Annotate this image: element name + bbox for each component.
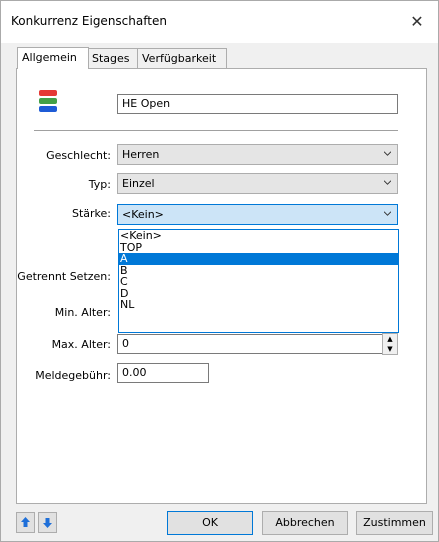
divider [34, 130, 398, 131]
geschlecht-label: Geschlecht: [46, 149, 111, 162]
typ-select[interactable]: Einzel [117, 173, 398, 194]
ok-button[interactable]: OK [167, 511, 253, 535]
meldegebuehr-label: Meldegebühr: [35, 369, 111, 382]
spin-down-icon[interactable]: ▼ [383, 344, 397, 354]
tab-allgemein[interactable]: Allgemein [17, 47, 89, 69]
max-alter-label: Max. Alter: [51, 338, 111, 351]
icon-bar-green [39, 98, 57, 104]
zustimmen-button[interactable]: Zustimmen [356, 511, 433, 535]
min-alter-label: Min. Alter: [54, 306, 111, 319]
name-field[interactable]: HE Open [117, 94, 398, 114]
window-title: Konkurrenz Eigenschaften [11, 14, 167, 28]
spin-up-icon[interactable]: ▲ [383, 334, 397, 344]
move-up-button[interactable] [16, 512, 35, 533]
dropdown-option[interactable]: C [119, 276, 398, 288]
chevron-down-icon [384, 180, 391, 185]
properties-dialog: Konkurrenz Eigenschaften ✕ Allgemein Sta… [0, 0, 439, 542]
staerke-dropdown-list: <Kein> TOP A B C D NL [118, 229, 399, 333]
max-alter-field[interactable]: 0 [117, 334, 383, 354]
tab-verfuegbarkeit[interactable]: Verfügbarkeit [137, 48, 227, 68]
max-alter-spinner[interactable]: ▲ ▼ [382, 333, 398, 355]
geschlecht-select[interactable]: Herren [117, 144, 398, 165]
icon-bar-blue [39, 106, 57, 112]
icon-bar-red [39, 90, 57, 96]
dropdown-option[interactable]: TOP [119, 241, 398, 254]
chevron-down-icon [384, 151, 391, 156]
staerke-label: Stärke: [71, 207, 111, 220]
stacked-blocks-icon [39, 90, 57, 114]
close-icon[interactable]: ✕ [396, 1, 438, 43]
dropdown-option[interactable]: D [119, 287, 398, 300]
typ-value: Einzel [122, 177, 155, 190]
arrow-down-icon [43, 518, 52, 528]
dropdown-option[interactable]: NL [119, 299, 398, 311]
staerke-select[interactable]: <Kein> [117, 204, 398, 225]
geschlecht-value: Herren [122, 148, 160, 161]
arrow-up-icon [21, 517, 30, 527]
dropdown-option[interactable]: B [119, 264, 398, 277]
dropdown-option[interactable]: <Kein> [119, 230, 398, 242]
meldegebuehr-field[interactable]: 0.00 [117, 363, 209, 383]
abbrechen-button[interactable]: Abbrechen [262, 511, 348, 535]
dropdown-option-selected[interactable]: A [119, 253, 398, 265]
move-down-button[interactable] [38, 512, 57, 533]
tab-stages[interactable]: Stages [87, 48, 141, 68]
title-bar: Konkurrenz Eigenschaften ✕ [1, 1, 438, 43]
staerke-value: <Kein> [122, 208, 164, 221]
getrennt-setzen-label: Getrennt Setzen: [17, 270, 111, 283]
chevron-down-icon [384, 211, 391, 216]
typ-label: Typ: [88, 178, 111, 191]
